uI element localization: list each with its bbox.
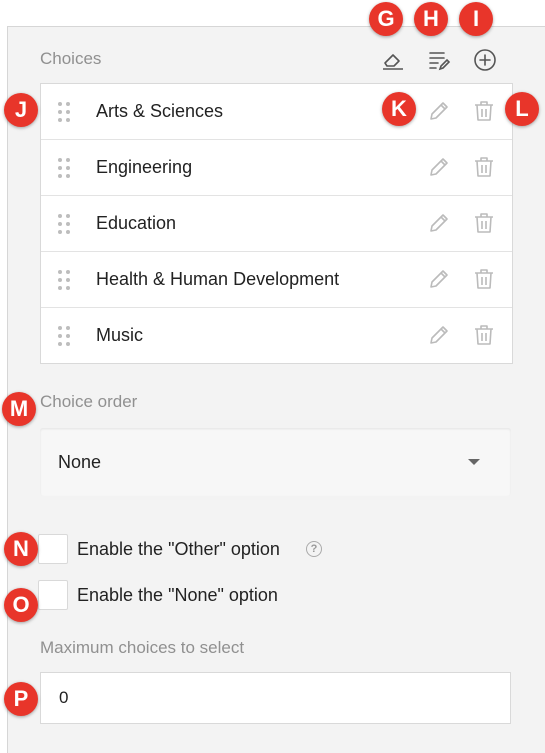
edit-choice-button[interactable]	[425, 97, 453, 125]
callout-l: L	[505, 92, 539, 126]
choices-label: Choices	[40, 49, 102, 68]
list-edit-icon	[429, 52, 451, 71]
delete-choice-button[interactable]	[470, 321, 498, 349]
callout-g: G	[369, 2, 403, 36]
choice-text[interactable]: Engineering	[96, 157, 192, 178]
clear-choices-button[interactable]	[379, 46, 407, 74]
delete-choice-button[interactable]	[470, 209, 498, 237]
other-option-checkbox[interactable]	[38, 534, 68, 564]
none-option-checkbox[interactable]	[38, 580, 68, 610]
callout-j: J	[4, 93, 38, 127]
choice-order-select[interactable]: None	[40, 428, 511, 496]
pencil-icon	[430, 214, 448, 232]
max-choices-input[interactable]	[40, 672, 511, 724]
plus-circle-icon	[474, 49, 496, 71]
callout-m: M	[2, 392, 36, 426]
drag-handle-icon[interactable]	[58, 102, 70, 122]
callout-n: N	[4, 532, 38, 566]
choice-row[interactable]: Education	[41, 196, 512, 252]
choice-order-value: None	[58, 452, 102, 472]
choice-row[interactable]: Music	[41, 308, 512, 363]
choice-row[interactable]: Health & Human Development	[41, 252, 512, 308]
delete-choice-button[interactable]	[470, 265, 498, 293]
trash-icon	[475, 101, 493, 121]
trash-icon	[475, 269, 493, 289]
edit-choice-button[interactable]	[425, 153, 453, 181]
pencil-icon	[430, 102, 448, 120]
choice-text[interactable]: Education	[96, 213, 176, 234]
pencil-icon	[430, 326, 448, 344]
eraser-icon	[383, 54, 403, 70]
drag-handle-icon[interactable]	[58, 326, 70, 346]
edit-choice-button[interactable]	[425, 265, 453, 293]
callout-o: O	[4, 588, 38, 622]
help-icon[interactable]: ?	[306, 541, 322, 557]
pencil-icon	[430, 158, 448, 176]
delete-choice-button[interactable]	[470, 153, 498, 181]
choice-text[interactable]: Music	[96, 325, 143, 346]
choice-text[interactable]: Arts & Sciences	[96, 101, 223, 122]
edit-choice-button[interactable]	[425, 321, 453, 349]
choice-row[interactable]: Arts & Sciences	[41, 84, 512, 140]
callout-k: K	[382, 92, 416, 126]
choice-order-label: Choice order	[40, 392, 138, 411]
edit-all-choices-button[interactable]	[425, 46, 453, 74]
add-choice-button[interactable]	[471, 46, 499, 74]
choices-list: Arts & Sciences Engineering Education He…	[40, 83, 513, 364]
choice-row[interactable]: Engineering	[41, 140, 512, 196]
trash-icon	[475, 213, 493, 233]
pencil-icon	[430, 270, 448, 288]
choice-text[interactable]: Health & Human Development	[96, 269, 339, 290]
dropdown-arrow-icon	[468, 459, 480, 465]
edit-choice-button[interactable]	[425, 209, 453, 237]
other-option-label: Enable the "Other" option	[77, 539, 280, 559]
trash-icon	[475, 325, 493, 345]
none-option-label: Enable the "None" option	[77, 585, 278, 605]
drag-handle-icon[interactable]	[58, 270, 70, 290]
callout-h: H	[414, 2, 448, 36]
delete-choice-button[interactable]	[470, 97, 498, 125]
max-choices-label: Maximum choices to select	[40, 638, 245, 657]
trash-icon	[475, 157, 493, 177]
callout-i: I	[459, 2, 493, 36]
callout-p: P	[4, 682, 38, 716]
drag-handle-icon[interactable]	[58, 158, 70, 178]
drag-handle-icon[interactable]	[58, 214, 70, 234]
